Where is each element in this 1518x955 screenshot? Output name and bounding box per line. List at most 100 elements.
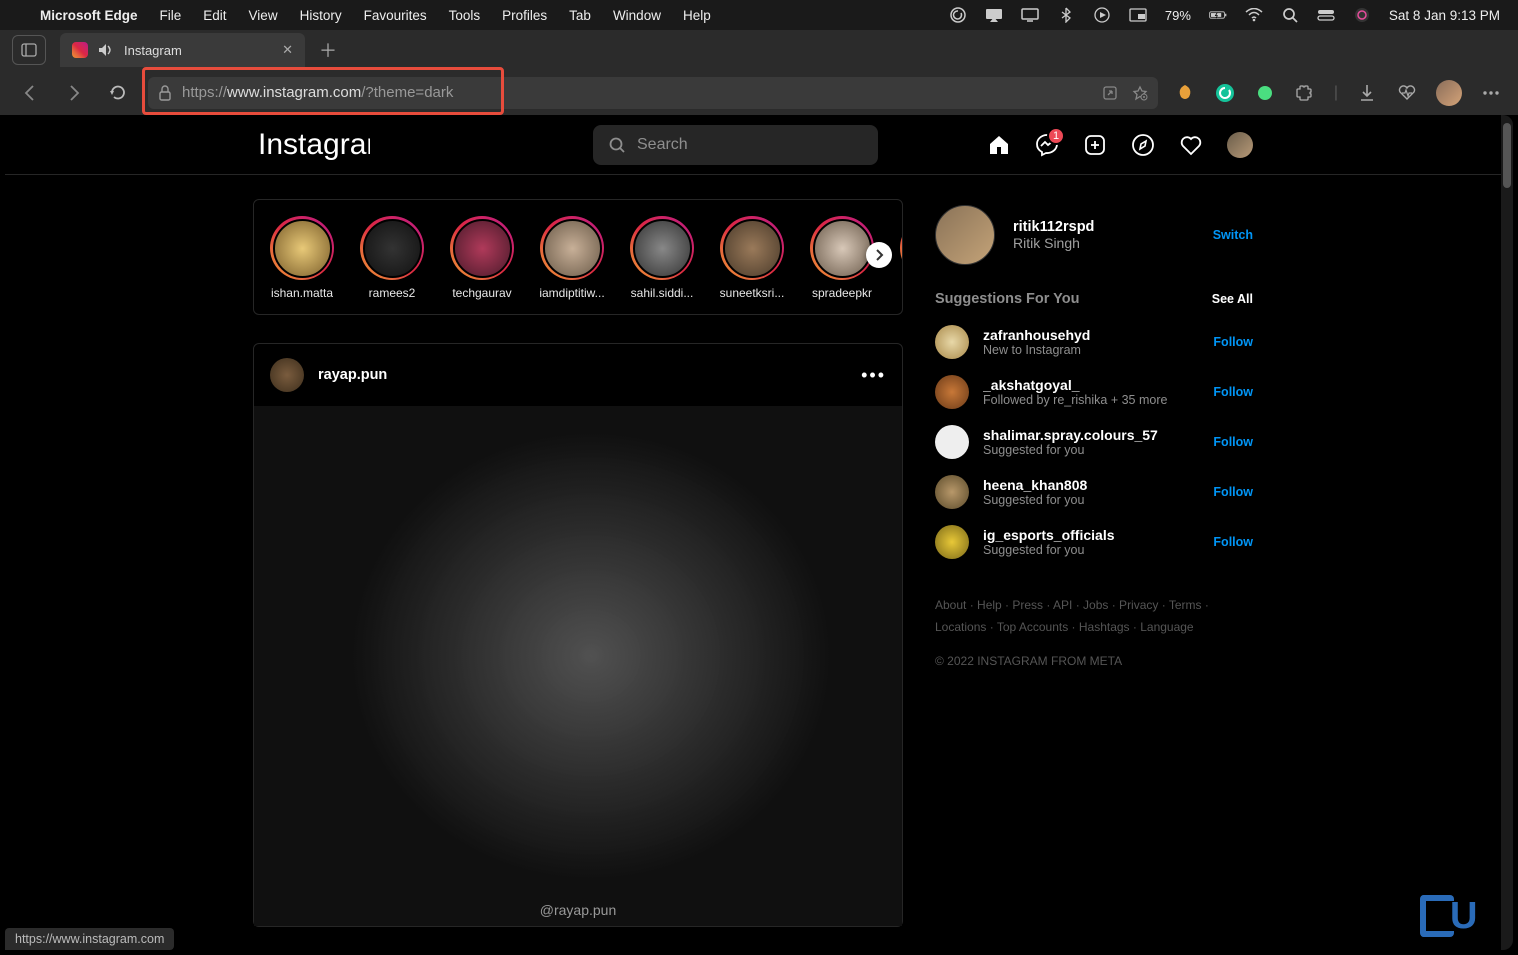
story-item[interactable]: ramees2 xyxy=(354,216,430,300)
follow-button[interactable]: Follow xyxy=(1213,435,1253,449)
story-item[interactable]: harshp xyxy=(894,216,903,300)
menu-help[interactable]: Help xyxy=(683,8,711,23)
bluetooth-menubar-icon[interactable] xyxy=(1057,6,1075,24)
story-item[interactable]: iamdiptitiw... xyxy=(534,216,610,300)
extension-1-icon[interactable] xyxy=(1174,82,1196,104)
wifi-menubar-icon[interactable] xyxy=(1245,6,1263,24)
instagram-logo[interactable]: Instagram xyxy=(253,128,418,162)
send-to-device-icon[interactable] xyxy=(1102,85,1118,101)
suggestions-title: Suggestions For You xyxy=(935,291,1079,307)
play-menubar-icon[interactable] xyxy=(1093,6,1111,24)
post-author-avatar[interactable] xyxy=(270,358,304,392)
airplay-menubar-icon[interactable] xyxy=(985,6,1003,24)
display-menubar-icon[interactable] xyxy=(1021,6,1039,24)
browser-profile-avatar[interactable] xyxy=(1436,80,1462,106)
menu-edit[interactable]: Edit xyxy=(203,8,226,23)
app-name[interactable]: Microsoft Edge xyxy=(40,8,138,23)
profile-avatar-icon[interactable] xyxy=(1227,132,1253,158)
suggestion-username[interactable]: ig_esports_officials xyxy=(983,527,1115,543)
activity-heart-icon[interactable] xyxy=(1179,133,1203,157)
spotlight-menubar-icon[interactable] xyxy=(1281,6,1299,24)
story-item[interactable]: suneetksri... xyxy=(714,216,790,300)
suggestion-username[interactable]: _akshatgoyal_ xyxy=(983,377,1167,393)
scrollbar-track[interactable] xyxy=(1501,115,1513,950)
post-media[interactable]: @rayap.pun xyxy=(254,406,902,926)
suggestion-subtitle: Followed by re_rishika + 35 more xyxy=(983,393,1167,407)
tab-actions-button[interactable] xyxy=(12,35,46,65)
post-more-button[interactable]: ••• xyxy=(861,365,886,386)
suggestion-avatar[interactable] xyxy=(935,425,969,459)
suggestion-item: zafranhousehydNew to Instagram Follow xyxy=(935,317,1253,367)
suggestions-header: Suggestions For You See All xyxy=(935,285,1253,317)
svg-text:Instagram: Instagram xyxy=(258,128,370,161)
story-item[interactable]: sahil.siddi... xyxy=(624,216,700,300)
menu-view[interactable]: View xyxy=(249,8,278,23)
extensions-puzzle-icon[interactable] xyxy=(1294,82,1316,104)
current-user-card: ritik112rspd Ritik Singh Switch xyxy=(935,199,1253,285)
suggestion-username[interactable]: shalimar.spray.colours_57 xyxy=(983,427,1158,443)
suggestion-username[interactable]: zafranhousehyd xyxy=(983,327,1090,343)
follow-button[interactable]: Follow xyxy=(1213,535,1253,549)
extension-3-icon[interactable] xyxy=(1254,82,1276,104)
suggestion-avatar[interactable] xyxy=(935,525,969,559)
suggestion-username[interactable]: heena_khan808 xyxy=(983,477,1087,493)
see-all-link[interactable]: See All xyxy=(1212,292,1253,306)
browser-chrome: Instagram ✕ ＋ https://www.instagram.com/… xyxy=(0,30,1518,115)
suggestion-avatar[interactable] xyxy=(935,475,969,509)
suggestion-item: _akshatgoyal_Followed by re_rishika + 35… xyxy=(935,367,1253,417)
browser-menu-icon[interactable] xyxy=(1480,82,1502,104)
menu-window[interactable]: Window xyxy=(613,8,661,23)
menu-history[interactable]: History xyxy=(300,8,342,23)
home-icon[interactable] xyxy=(987,133,1011,157)
page-viewport: Instagram Search 1 xyxy=(5,115,1513,950)
menu-tab[interactable]: Tab xyxy=(569,8,591,23)
reload-button[interactable] xyxy=(104,79,132,107)
suggestion-avatar[interactable] xyxy=(935,325,969,359)
menubar-datetime[interactable]: Sat 8 Jan 9:13 PM xyxy=(1389,8,1500,23)
battery-percent: 79% xyxy=(1165,8,1191,23)
stories-tray[interactable]: ishan.matta ramees2 techgaurav iamdiptit… xyxy=(253,199,903,315)
tab-audio-icon[interactable] xyxy=(98,43,114,57)
new-post-icon[interactable] xyxy=(1083,133,1107,157)
story-item[interactable]: techgaurav xyxy=(444,216,520,300)
menu-tools[interactable]: Tools xyxy=(449,8,481,23)
menu-profiles[interactable]: Profiles xyxy=(502,8,547,23)
post-author-username[interactable]: rayap.pun xyxy=(318,367,387,383)
stories-next-button[interactable] xyxy=(866,242,892,268)
back-button[interactable] xyxy=(16,79,44,107)
menu-favourites[interactable]: Favourites xyxy=(364,8,427,23)
grammarly-menubar-icon[interactable] xyxy=(949,6,967,24)
downloads-icon[interactable] xyxy=(1356,82,1378,104)
health-icon[interactable] xyxy=(1396,82,1418,104)
control-center-menubar-icon[interactable] xyxy=(1317,6,1335,24)
search-icon xyxy=(609,137,625,153)
follow-button[interactable]: Follow xyxy=(1213,385,1253,399)
favorite-icon[interactable] xyxy=(1132,85,1148,101)
suggestion-item: ig_esports_officialsSuggested for you Fo… xyxy=(935,517,1253,567)
browser-tab-instagram[interactable]: Instagram ✕ xyxy=(60,33,305,67)
explore-icon[interactable] xyxy=(1131,133,1155,157)
siri-menubar-icon[interactable] xyxy=(1353,6,1371,24)
current-user-avatar[interactable] xyxy=(935,205,995,265)
tab-favicon-icon xyxy=(72,42,88,58)
follow-button[interactable]: Follow xyxy=(1213,485,1253,499)
pip-menubar-icon[interactable] xyxy=(1129,6,1147,24)
battery-menubar-icon[interactable] xyxy=(1209,6,1227,24)
current-user-username[interactable]: ritik112rspd xyxy=(1013,219,1094,235)
menu-file[interactable]: File xyxy=(160,8,182,23)
forward-button[interactable] xyxy=(60,79,88,107)
suggestion-avatar[interactable] xyxy=(935,375,969,409)
browser-toolbar: https://www.instagram.com/?theme=dark | xyxy=(0,70,1518,115)
messenger-icon[interactable]: 1 xyxy=(1035,133,1059,157)
story-item[interactable]: ishan.matta xyxy=(264,216,340,300)
grammarly-extension-icon[interactable] xyxy=(1214,82,1236,104)
address-bar[interactable]: https://www.instagram.com/?theme=dark xyxy=(148,77,1158,109)
lock-icon[interactable] xyxy=(158,85,172,101)
search-input[interactable]: Search xyxy=(593,125,878,165)
new-tab-button[interactable]: ＋ xyxy=(313,35,343,65)
switch-account-button[interactable]: Switch xyxy=(1213,228,1253,242)
search-placeholder: Search xyxy=(637,136,688,154)
scrollbar-thumb[interactable] xyxy=(1503,123,1511,188)
tab-close-button[interactable]: ✕ xyxy=(282,42,293,58)
follow-button[interactable]: Follow xyxy=(1213,335,1253,349)
